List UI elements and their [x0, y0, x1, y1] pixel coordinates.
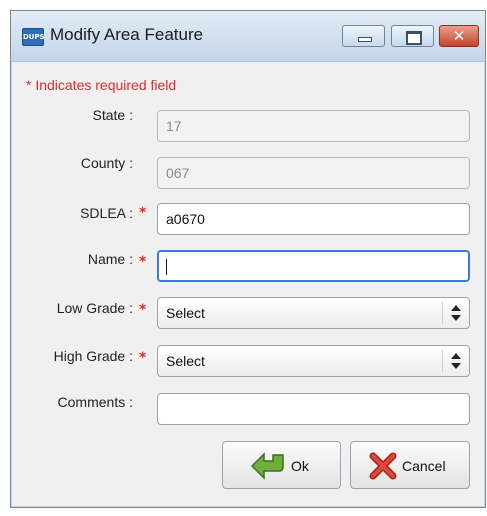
select-divider: [442, 302, 443, 324]
required-star: *: [139, 205, 147, 221]
low-grade-value: Select: [166, 305, 205, 321]
state-label: State :: [92, 107, 133, 123]
text-caret: [166, 259, 167, 276]
sdlea-field[interactable]: a0670: [157, 203, 470, 235]
required-star: *: [139, 254, 147, 270]
sdlea-label: SDLEA :: [80, 205, 133, 221]
green-arrow-icon: [251, 452, 284, 480]
app-icon: DUPS: [22, 28, 45, 46]
cancel-button[interactable]: Cancel: [350, 441, 470, 489]
minimize-button[interactable]: [342, 25, 385, 47]
state-field: 17: [157, 110, 470, 142]
modify-area-feature-dialog: DUPS Modify Area Feature ✕ * Indicates r…: [10, 10, 486, 508]
high-grade-label: High Grade :: [53, 348, 133, 364]
high-grade-value: Select: [166, 353, 205, 369]
required-field-note: * Indicates required field: [26, 77, 177, 93]
minimize-icon: [358, 37, 372, 42]
comments-field[interactable]: [157, 393, 470, 425]
high-grade-select[interactable]: Select: [157, 345, 470, 377]
name-label: Name :: [87, 251, 133, 267]
ok-label: Ok: [291, 458, 309, 474]
close-button[interactable]: ✕: [439, 25, 479, 47]
red-x-icon: [369, 452, 397, 480]
up-down-arrows-icon: [451, 353, 461, 369]
title-bar[interactable]: DUPS Modify Area Feature ✕: [11, 11, 485, 62]
window-title: Modify Area Feature: [50, 25, 204, 44]
select-divider: [442, 350, 443, 372]
county-field: 067: [157, 157, 470, 189]
ok-button[interactable]: Ok: [222, 441, 341, 489]
maximize-button[interactable]: [391, 25, 434, 47]
low-grade-label: Low Grade :: [56, 300, 133, 316]
required-star: *: [139, 350, 147, 366]
comments-label: Comments :: [57, 394, 133, 410]
county-label: County :: [80, 155, 133, 171]
maximize-icon: [406, 31, 422, 45]
name-field[interactable]: [157, 250, 470, 282]
up-down-arrows-icon: [451, 305, 461, 321]
required-star: *: [139, 302, 147, 318]
close-icon: ✕: [452, 27, 466, 45]
cancel-label: Cancel: [402, 458, 446, 474]
low-grade-select[interactable]: Select: [157, 297, 470, 329]
